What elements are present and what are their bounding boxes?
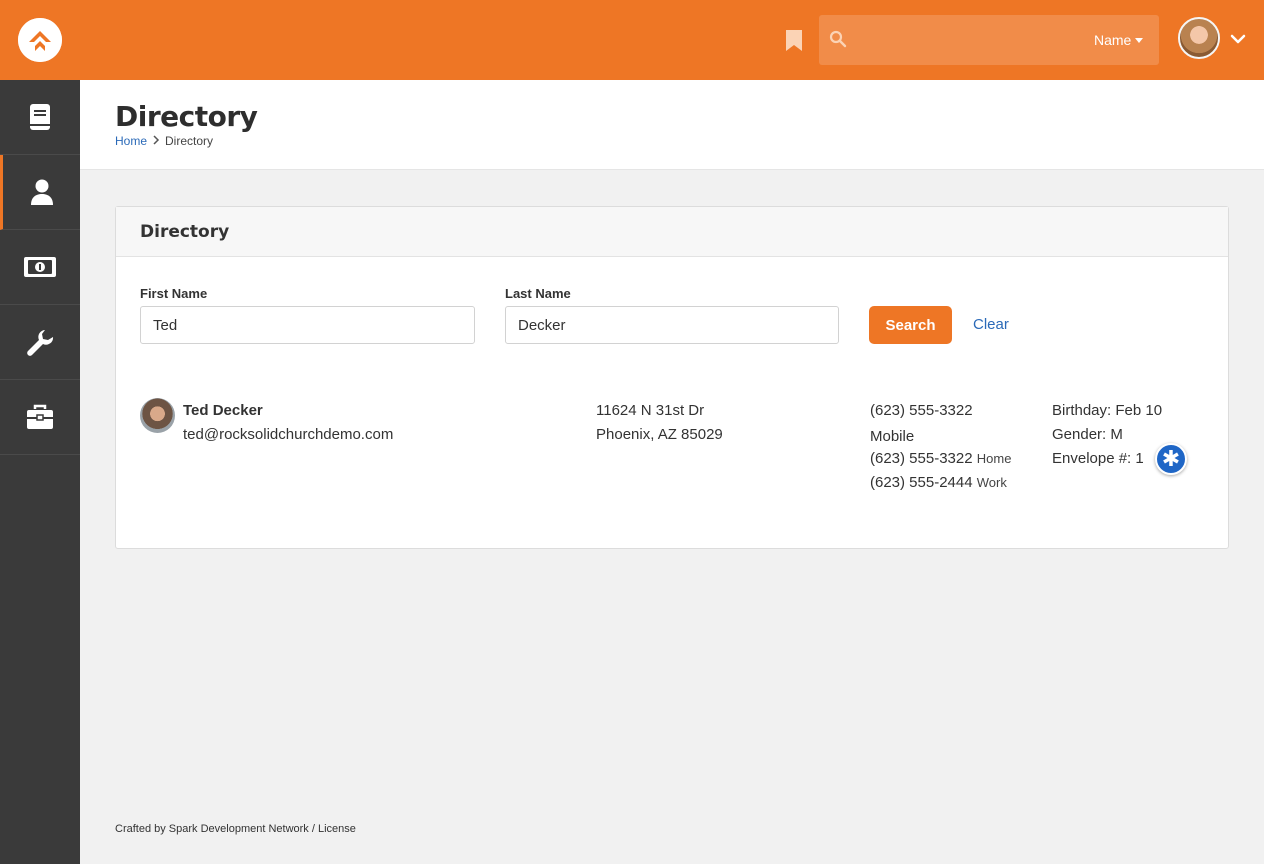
address-line1: 11624 N 31st Dr [596, 402, 705, 419]
footer-separator: / [308, 823, 318, 835]
sidebar-item-book[interactable] [0, 80, 80, 155]
money-icon [23, 256, 57, 278]
person-name[interactable]: Ted Decker [183, 402, 263, 419]
page-header: Directory Home Directory [80, 80, 1264, 170]
search-filter-dropdown[interactable]: Name [1094, 32, 1144, 48]
clear-link[interactable]: Clear [973, 316, 1009, 333]
caret-down-icon [1135, 37, 1144, 43]
phone-entry: (623) 555-2444 Work [870, 474, 1007, 491]
briefcase-icon [26, 404, 54, 430]
wrench-icon [26, 328, 54, 356]
last-name-input[interactable] [505, 306, 839, 344]
search-button[interactable]: Search [869, 306, 952, 344]
sidebar [0, 80, 80, 864]
sidebar-item-finance[interactable] [0, 230, 80, 305]
first-name-label: First Name [140, 286, 208, 301]
phone-entry: (623) 555-3322 Home [870, 450, 1011, 467]
user-avatar[interactable] [1178, 17, 1220, 59]
directory-panel: Directory First Name Last Name Search Cl… [115, 206, 1229, 549]
sidebar-item-tools[interactable] [0, 305, 80, 380]
last-name-label: Last Name [505, 286, 571, 301]
search-filter-label: Name [1094, 32, 1132, 48]
first-name-input[interactable] [140, 306, 475, 344]
footer: Crafted by Spark Development Network / L… [115, 823, 356, 835]
panel-header: Directory [116, 207, 1228, 257]
birthday: Birthday: Feb 10 [1052, 402, 1163, 419]
person-avatar[interactable] [140, 398, 175, 433]
breadcrumb-current: Directory [165, 134, 214, 148]
footer-credit-link[interactable]: Crafted by Spark Development Network [115, 823, 309, 835]
top-bar: Name [0, 0, 1264, 80]
chevron-right-icon [152, 134, 160, 148]
book-icon [28, 103, 52, 131]
phone-number: (623) 555-3322 [870, 450, 973, 467]
person-icon [30, 178, 54, 206]
chevron-down-icon[interactable] [1230, 31, 1246, 47]
phone-type: Mobile [870, 428, 915, 445]
phone-number: (623) 555-3322 [870, 402, 973, 419]
search-input[interactable] [857, 25, 1087, 55]
gender: Gender: M [1052, 426, 1123, 443]
page-title: Directory [115, 100, 258, 133]
phone-type: Home [976, 451, 1012, 466]
footer-license-link[interactable]: License [318, 823, 356, 835]
rock-logo-icon[interactable] [18, 18, 62, 62]
breadcrumb: Home Directory [115, 134, 213, 148]
address-line2: Phoenix, AZ 85029 [596, 426, 723, 443]
person-email[interactable]: ted@rocksolidchurchdemo.com [183, 426, 393, 443]
sidebar-item-people[interactable] [0, 155, 80, 230]
search-icon [829, 30, 847, 48]
envelope-number: Envelope #: 1 [1052, 450, 1144, 467]
phone-number: (623) 555-2444 [870, 474, 973, 491]
bookmark-icon[interactable] [785, 29, 803, 52]
panel-title: Directory [140, 222, 230, 242]
asterisk-icon[interactable]: ✱ [1155, 443, 1187, 475]
sidebar-item-admin[interactable] [0, 380, 80, 455]
phone-type: Work [976, 475, 1007, 490]
search-bar: Name [819, 15, 1159, 65]
breadcrumb-home-link[interactable]: Home [115, 134, 147, 148]
